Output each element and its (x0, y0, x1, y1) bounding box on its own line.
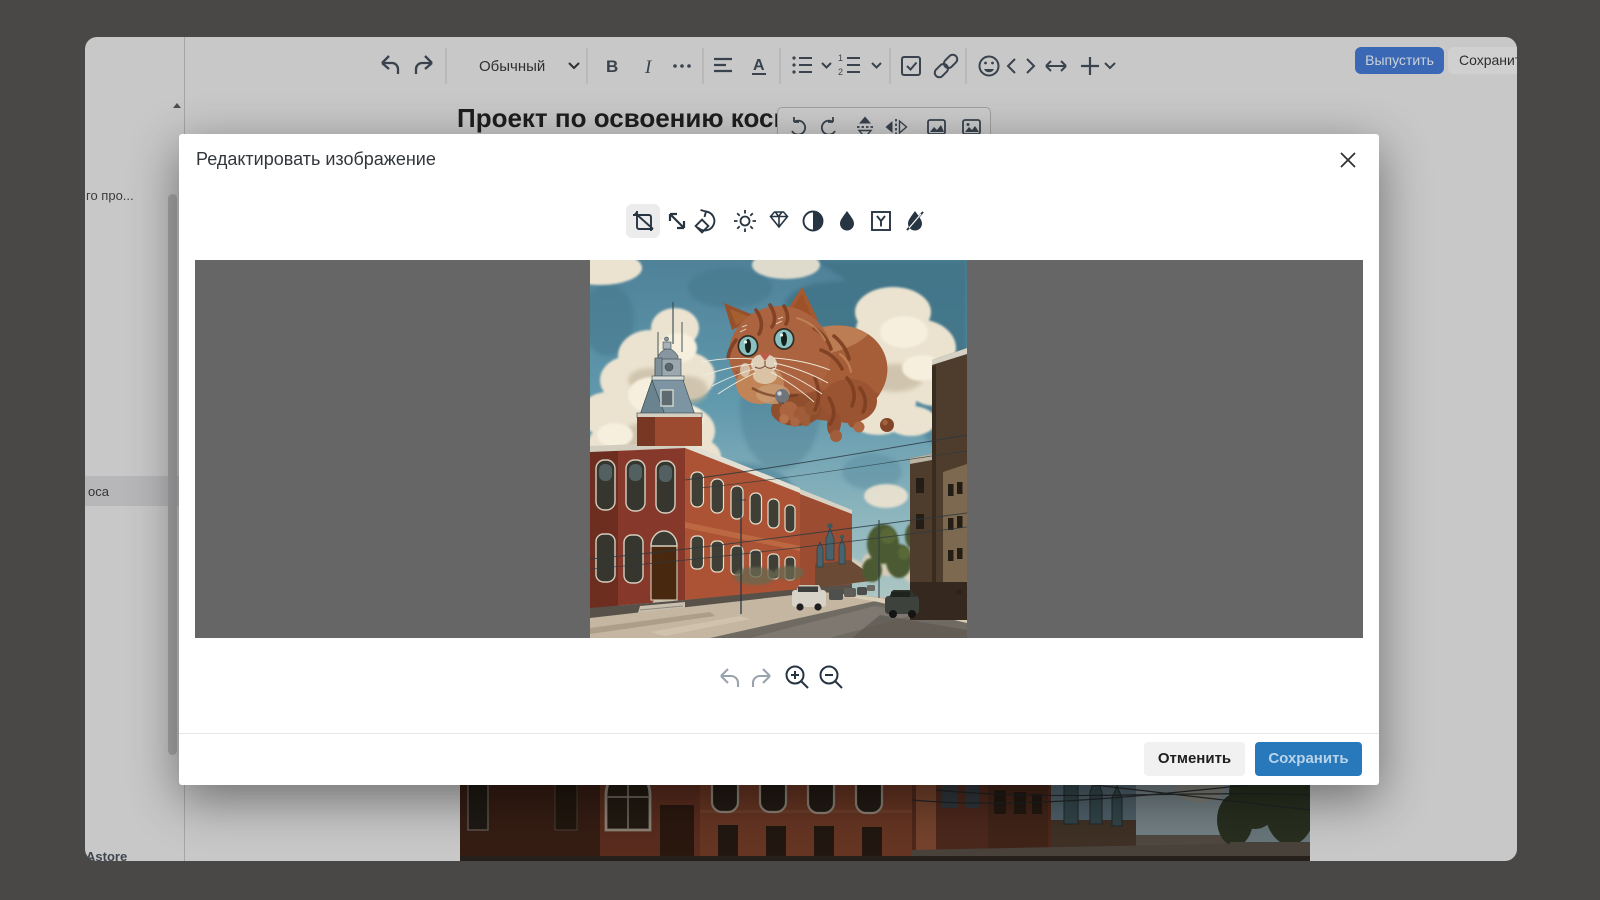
svg-text:Обычный: Обычный (479, 58, 545, 75)
svg-text:2: 2 (838, 67, 843, 77)
svg-text:A: A (753, 57, 765, 74)
svg-text:I: I (644, 57, 653, 78)
svg-text:B: B (606, 57, 618, 76)
svg-text:1: 1 (838, 53, 843, 63)
